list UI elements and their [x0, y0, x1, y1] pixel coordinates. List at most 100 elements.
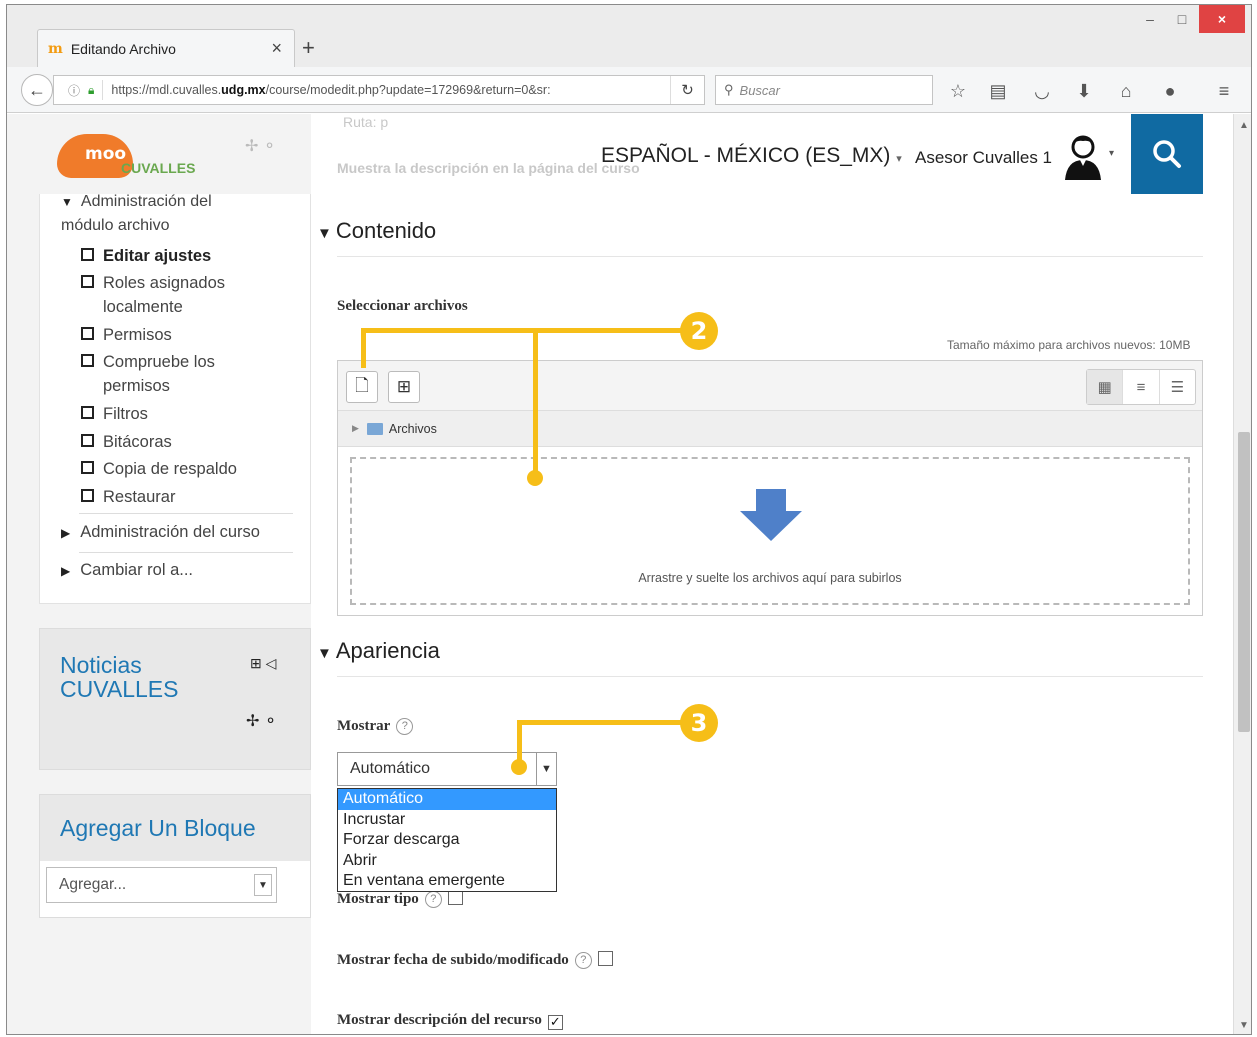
- annotation-line: [361, 328, 701, 333]
- drop-arrow-icon: [740, 489, 802, 541]
- display-dropdown-list: Automático Incrustar Forzar descarga Abr…: [337, 788, 557, 892]
- module-admin-heading[interactable]: ▼ Administración del módulo archivo: [61, 190, 261, 238]
- annotation-dot: [527, 470, 543, 486]
- block-dock-icons[interactable]: ⊞ ◁: [250, 655, 276, 672]
- show-description-label: Mostrar descripción del recurso ✓: [337, 1012, 563, 1030]
- site-header: moo CUVALLES ✢ ⚬ ESPAÑOL - MÉXICO (ES_MX…: [7, 114, 1233, 194]
- search-icon: ⚲: [724, 82, 734, 97]
- section-apariencia[interactable]: ▼ Apariencia: [317, 638, 440, 664]
- folder-path[interactable]: ▶ Archivos: [338, 411, 1202, 447]
- show-type-label: Mostrar tipo?: [337, 890, 463, 908]
- dropdown-option-ventana-emergente[interactable]: En ventana emergente: [338, 871, 556, 892]
- add-block-title: Agregar Un Bloque: [60, 815, 256, 841]
- chat-icon[interactable]: ●: [1157, 79, 1183, 103]
- show-description-checkbox[interactable]: ✓: [547, 1015, 563, 1030]
- tab-close-icon[interactable]: ×: [271, 38, 282, 59]
- annotation-dot: [511, 759, 527, 775]
- browser-navbar: ← ⓘ 🔒︎ https://mdl.cuvalles.udg.mx/cours…: [7, 67, 1251, 113]
- window-minimize-button[interactable]: –: [1135, 5, 1165, 33]
- scroll-up-icon[interactable]: ▲: [1234, 116, 1251, 134]
- sidebar-item-editar-ajustes[interactable]: Editar ajustes: [81, 244, 281, 268]
- window-close-button[interactable]: ×: [1199, 5, 1245, 33]
- annotation-line: [517, 720, 697, 725]
- annotation-line: [533, 328, 538, 474]
- section-contenido[interactable]: ▼ Contenido: [317, 218, 436, 244]
- dropdown-option-automatico[interactable]: Automático: [338, 789, 556, 810]
- sidebar-item-switch-role[interactable]: ▶ Cambiar rol a...: [61, 561, 193, 580]
- file-manager: 🗋 ⊞ ▦ ≡ ☰ ▶ Archivos Arrastre y suelte l…: [337, 360, 1203, 616]
- scrollbar-thumb[interactable]: [1238, 432, 1250, 732]
- sidebar-item-permisos[interactable]: Permisos: [81, 323, 281, 347]
- show-date-label: Mostrar fecha de subido/modificado?: [337, 951, 613, 969]
- back-arrow-icon[interactable]: ←: [21, 74, 53, 106]
- reload-icon[interactable]: ↻: [670, 76, 704, 104]
- moodle-favicon-icon: m: [48, 40, 63, 57]
- window-maximize-button[interactable]: □: [1167, 5, 1197, 33]
- icon-view-icon[interactable]: ▦: [1087, 370, 1124, 404]
- news-block-title[interactable]: Noticias CUVALLES: [60, 653, 200, 701]
- drop-zone-text: Arrastre y suelte los archivos aquí para…: [638, 571, 902, 585]
- max-file-size: Tamaño máximo para archivos nuevos: 10MB: [947, 338, 1191, 352]
- sidebar-item-compruebe-permisos[interactable]: Compruebe los permisos: [81, 350, 281, 398]
- drop-zone[interactable]: Arrastre y suelte los archivos aquí para…: [350, 457, 1190, 605]
- sidebar-item-restaurar[interactable]: Restaurar: [81, 485, 281, 509]
- folder-icon: [366, 422, 383, 435]
- dropdown-option-forzar-descarga[interactable]: Forzar descarga: [338, 830, 556, 851]
- chevron-down-icon: ▼: [254, 874, 272, 896]
- page-viewport: Ruta: p Muestra la descripción en la pág…: [7, 114, 1233, 1034]
- info-icon[interactable]: ⓘ: [68, 82, 80, 99]
- pocket-icon[interactable]: ◡: [1029, 79, 1055, 103]
- menu-icon[interactable]: ≡: [1211, 79, 1237, 103]
- chevron-down-icon: ▼: [536, 753, 556, 785]
- browser-search-input[interactable]: ⚲ Buscar: [715, 75, 933, 105]
- tab-editando-archivo[interactable]: m Editando Archivo ×: [37, 29, 295, 67]
- scroll-down-icon[interactable]: ▼: [1234, 1016, 1251, 1034]
- sidebar-item-filtros[interactable]: Filtros: [81, 402, 281, 426]
- download-icon[interactable]: ⬇: [1071, 79, 1097, 103]
- new-tab-button[interactable]: +: [302, 35, 315, 61]
- help-icon[interactable]: ?: [574, 952, 592, 969]
- user-menu-chevron-icon[interactable]: ▾: [1109, 148, 1114, 159]
- sidebar-item-copia-respaldo[interactable]: Copia de respaldo: [81, 457, 281, 481]
- cuvalles-logo[interactable]: moo CUVALLES: [57, 128, 197, 184]
- add-file-button[interactable]: 🗋: [346, 371, 378, 403]
- annotation-line: [361, 328, 366, 368]
- home-icon[interactable]: ⌂: [1113, 79, 1139, 103]
- callout-badge-3: 3: [680, 704, 718, 742]
- list-view-icon[interactable]: ≡: [1123, 370, 1160, 404]
- display-label: Mostrar?: [337, 718, 414, 735]
- view-switcher: ▦ ≡ ☰: [1086, 369, 1196, 405]
- address-bar[interactable]: ⓘ 🔒︎ https://mdl.cuvalles.udg.mx/course/…: [53, 75, 705, 105]
- tab-title: Editando Archivo: [70, 40, 176, 57]
- block-move-icon[interactable]: ✢ ⚬: [246, 711, 277, 731]
- create-folder-button[interactable]: ⊞: [388, 371, 420, 403]
- star-icon[interactable]: ☆: [945, 79, 971, 103]
- reading-list-icon[interactable]: ▤: [985, 79, 1011, 103]
- search-icon: [1153, 140, 1181, 168]
- site-search-button[interactable]: [1131, 114, 1203, 194]
- add-block-select[interactable]: Agregar... ▼: [46, 867, 277, 903]
- language-menu[interactable]: ESPAÑOL - MÉXICO (ES_MX) ▾: [601, 144, 902, 168]
- show-type-checkbox[interactable]: [447, 890, 463, 905]
- dropdown-option-incrustar[interactable]: Incrustar: [338, 810, 556, 831]
- avatar-icon[interactable]: [1063, 134, 1103, 180]
- lock-icon: 🔒︎: [88, 82, 95, 97]
- callout-badge-2: 2: [680, 312, 718, 350]
- add-block-panel: Agregar Un Bloque Agregar... ▼: [39, 794, 311, 918]
- show-date-checkbox[interactable]: [597, 951, 613, 966]
- expand-arrow-icon: ▶: [352, 423, 359, 433]
- move-icon[interactable]: ✢ ⚬: [245, 136, 276, 156]
- dropdown-option-abrir[interactable]: Abrir: [338, 851, 556, 872]
- help-icon[interactable]: ?: [396, 718, 414, 735]
- sidebar-item-course-admin[interactable]: ▶ Administración del curso: [61, 523, 260, 542]
- sidebar-item-roles[interactable]: Roles asignados localmente: [81, 271, 281, 319]
- news-block: Noticias CUVALLES ⊞ ◁ ✢ ⚬: [39, 628, 311, 770]
- user-name[interactable]: Asesor Cuvalles 1: [915, 148, 1052, 168]
- tree-view-icon[interactable]: ☰: [1160, 370, 1195, 404]
- page-scrollbar[interactable]: ▲ ▼: [1233, 114, 1251, 1034]
- url-text[interactable]: https://mdl.cuvalles.udg.mx/course/moded…: [111, 83, 631, 97]
- select-files-label: Seleccionar archivos: [337, 298, 468, 314]
- browser-window: m Editando Archivo × + – □ × ← ⓘ 🔒︎ http…: [6, 4, 1252, 1035]
- help-icon[interactable]: ?: [424, 891, 442, 908]
- sidebar-item-bitacoras[interactable]: Bitácoras: [81, 430, 281, 454]
